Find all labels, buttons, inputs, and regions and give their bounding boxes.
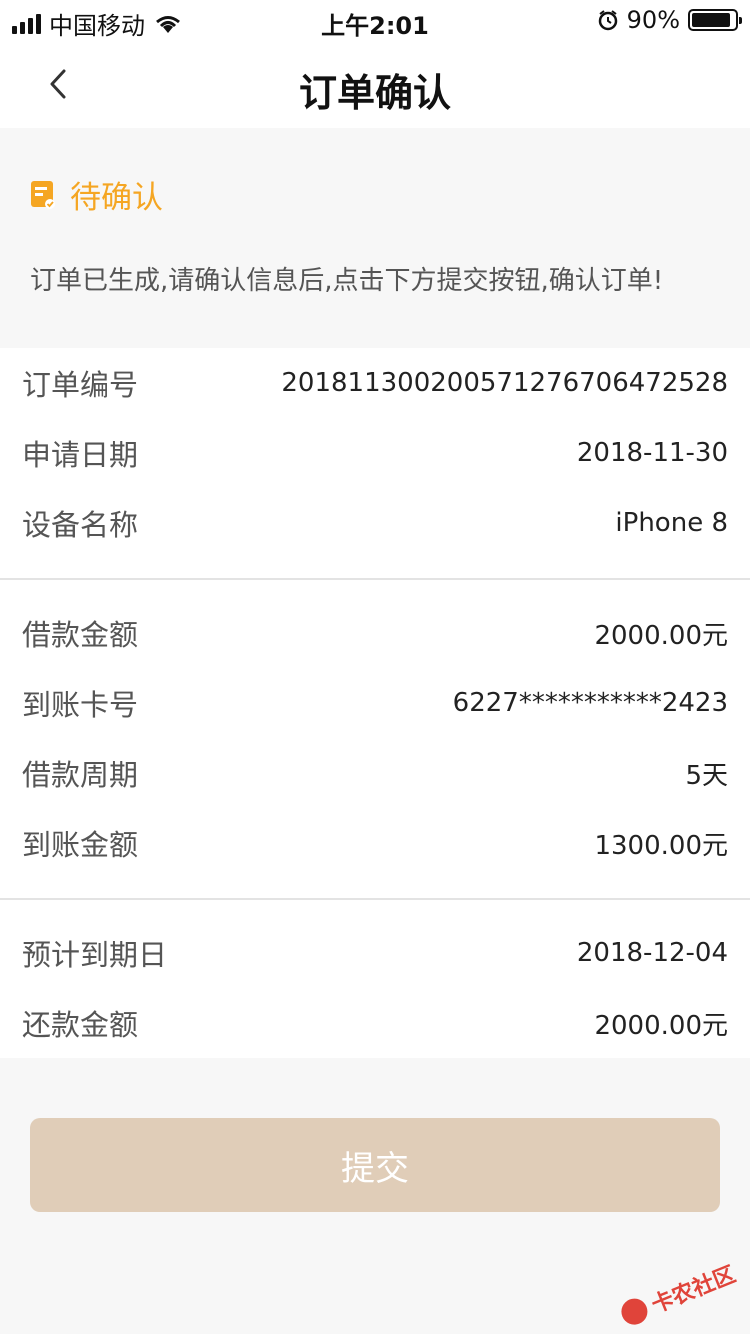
order-status: 待确认 xyxy=(70,180,163,216)
info-row-apply-date: 申请日期 2018-11-30 xyxy=(0,418,750,488)
info-row-loan-amount: 借款金额 2000.00元 xyxy=(0,598,750,668)
info-row-device-name: 设备名称 iPhone 8 xyxy=(0,488,750,558)
info-row-order-number: 订单编号 201811300200571276706472528 xyxy=(0,348,750,418)
info-row-received-amount: 到账金额 1300.00元 xyxy=(0,808,750,878)
watermark-logo-icon xyxy=(617,1294,652,1329)
submit-button[interactable]: 提交 xyxy=(30,1118,720,1212)
battery-level xyxy=(692,13,730,27)
alarm-icon xyxy=(598,10,617,31)
document-check-icon xyxy=(30,180,56,210)
info-row-repay-amount: 还款金额 2000.00元 xyxy=(0,988,750,1058)
row-label: 到账卡号 xyxy=(22,688,139,722)
row-label: 申请日期 xyxy=(22,438,139,472)
page-title: 订单确认 xyxy=(298,71,451,115)
nav-bar: 订单确认 xyxy=(0,40,750,128)
row-value: 201811300200571276706472528 xyxy=(281,368,728,398)
watermark-text: 卡农社区 xyxy=(648,1262,740,1319)
order-info-section: 订单编号 201811300200571276706472528 申请日期 20… xyxy=(0,348,750,578)
row-value: 6227***********2423 xyxy=(452,688,728,718)
notice-panel: 待确认 订单已生成,请确认信息后,点击下方提交按钮,确认订单! xyxy=(0,128,750,348)
loan-info-section: 借款金额 2000.00元 到账卡号 6227***********2423 借… xyxy=(0,580,750,898)
row-label: 订单编号 xyxy=(22,368,139,402)
row-label: 借款金额 xyxy=(22,618,139,652)
repayment-section: 预计到期日 2018-12-04 还款金额 2000.00元 xyxy=(0,900,750,1058)
row-label: 设备名称 xyxy=(22,508,139,542)
notice-header: 待确认 xyxy=(30,172,163,217)
row-value: 1300.00元 xyxy=(594,830,728,861)
notice-message: 订单已生成,请确认信息后,点击下方提交按钮,确认订单! xyxy=(30,266,664,296)
row-label: 借款周期 xyxy=(22,758,139,792)
row-label: 预计到期日 xyxy=(22,938,168,972)
info-row-loan-period: 借款周期 5天 xyxy=(0,738,750,808)
info-row-due-date: 预计到期日 2018-12-04 xyxy=(0,918,750,988)
battery-icon xyxy=(688,9,742,31)
row-label: 还款金额 xyxy=(22,1008,139,1042)
row-value: 2018-12-04 xyxy=(576,938,728,968)
row-value: 5天 xyxy=(685,760,728,791)
row-value: 2000.00元 xyxy=(594,1010,728,1041)
status-bar: 中国移动 上午2:01 90% xyxy=(0,0,750,40)
battery-percent: 90% xyxy=(626,6,680,34)
info-row-card-number: 到账卡号 6227***********2423 xyxy=(0,668,750,738)
row-label: 到账金额 xyxy=(22,828,139,862)
watermark: 卡农社区 xyxy=(616,1257,739,1332)
row-value: iPhone 8 xyxy=(615,508,728,538)
row-value: 2000.00元 xyxy=(594,620,728,651)
status-right: 90% xyxy=(597,6,742,34)
row-value: 2018-11-30 xyxy=(576,438,728,468)
